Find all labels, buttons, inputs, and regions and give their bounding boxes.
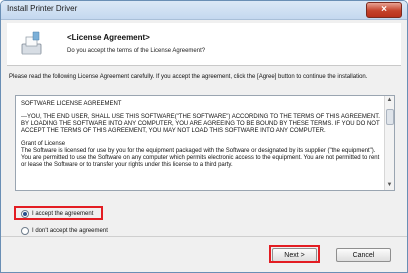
close-button[interactable]: ×: [366, 2, 402, 18]
next-highlight: [269, 245, 320, 263]
title-bar: Install Printer Driver ×: [1, 1, 407, 20]
license-heading: SOFTWARE LICENSE AGREEMENT: [21, 101, 122, 107]
window-title: Install Printer Driver: [7, 4, 78, 13]
license-scrollbar[interactable]: ▲ ▼: [384, 96, 394, 190]
scroll-thumb[interactable]: [386, 109, 394, 125]
license-paragraph-1: ---YOU, THE END USER, SHALL USE THIS SOF…: [21, 114, 380, 120]
accept-highlight: [14, 206, 103, 220]
scroll-up-icon[interactable]: ▲: [385, 96, 394, 105]
decline-option[interactable]: I don't accept the agreement: [21, 227, 108, 235]
grant-title: Grant of License: [21, 141, 66, 147]
license-content: SOFTWARE LICENSE AGREEMENT ---YOU, THE E…: [21, 101, 381, 175]
install-printer-driver-window: Install Printer Driver × <License Agreem…: [0, 0, 408, 273]
license-textbox[interactable]: SOFTWARE LICENSE AGREEMENT ---YOU, THE E…: [15, 95, 395, 191]
button-separator: [1, 236, 407, 237]
page-subtitle: Do you accept the terms of the License A…: [67, 48, 206, 54]
grant-text: The Software is licensed for use by you …: [21, 148, 380, 168]
decline-radio[interactable]: [21, 227, 29, 235]
scroll-down-icon[interactable]: ▼: [385, 181, 394, 190]
agreement-header: <License Agreement> Do you accept the te…: [7, 23, 401, 66]
page-title: <License Agreement>: [67, 33, 150, 42]
decline-label[interactable]: I don't accept the agreement: [32, 228, 108, 234]
license-paragraph-2: BY LOADING THE SOFTWARE INTO ANY COMPUTE…: [21, 121, 380, 134]
installer-icon: [21, 31, 42, 55]
cancel-button[interactable]: Cancel: [336, 248, 391, 262]
instruction-text: Please read the following License Agreem…: [9, 74, 368, 80]
